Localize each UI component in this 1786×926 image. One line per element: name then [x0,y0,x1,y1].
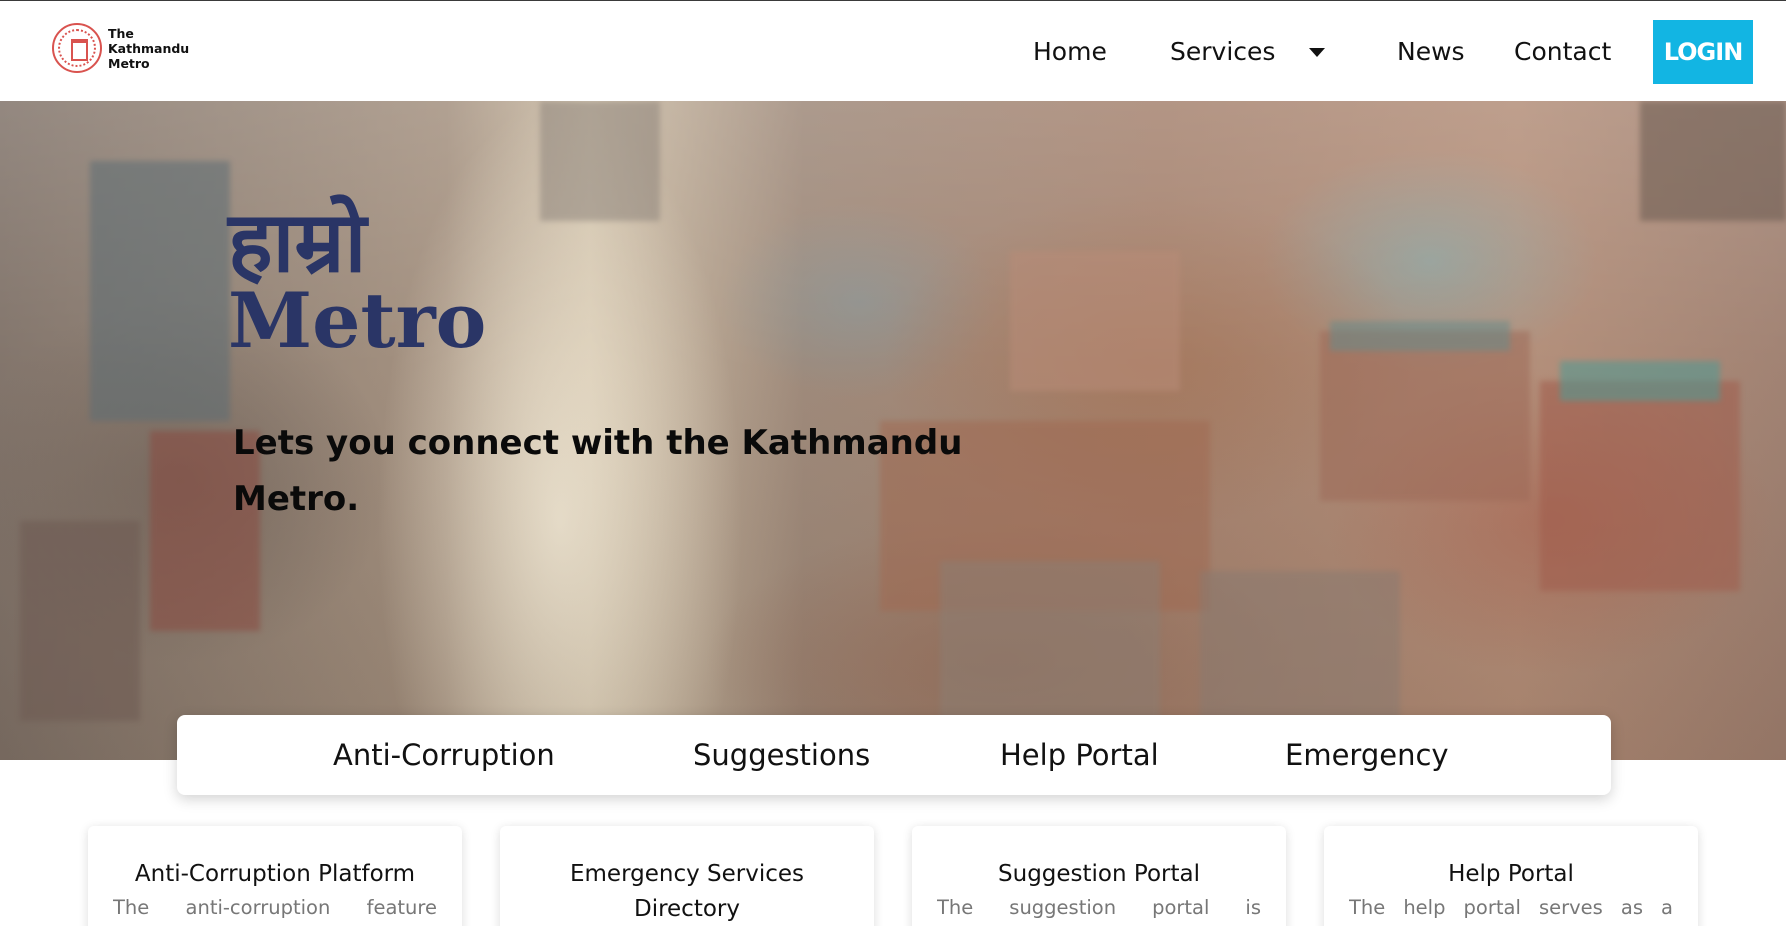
nav-news[interactable]: News [1397,1,1465,101]
service-card-help-portal[interactable]: Help Portal The help portal serves as a [1324,826,1698,926]
hero-bg-building [20,521,140,721]
nav-services-label: Services [1170,36,1276,66]
hero-banner: हाम्रो Metro Lets you connect with the K… [0,101,1786,760]
hero-bg-building [90,161,230,421]
card-description: The help portal serves as a [1349,896,1673,919]
hero-bg-building [1010,251,1180,391]
logo-line-2: Kathmandu [108,40,190,56]
card-title: Emergency Services Directory [569,861,805,922]
card-title: Help Portal [1448,861,1574,887]
logo-line-1: The [108,25,134,41]
metro-seal-icon [52,23,102,73]
nav-contact[interactable]: Contact [1514,1,1611,101]
logo-line-3: Metro [108,55,150,71]
service-card-emergency-directory[interactable]: Emergency Services Directory [500,826,874,926]
service-card-anti-corruption[interactable]: Anti-Corruption Platform The anti-corrup… [88,826,462,926]
hero-bg-building [1540,381,1740,591]
hero-bg-roof [1330,321,1510,351]
hero-bg-building [1320,331,1530,501]
hero-bg-roof [1560,361,1720,401]
nav-home[interactable]: Home [1033,1,1107,101]
nav-services[interactable]: Services [1170,1,1326,101]
service-card-suggestion-portal[interactable]: Suggestion Portal The suggestion portal … [912,826,1286,926]
login-button[interactable]: LOGIN [1653,20,1753,84]
caret-down-icon[interactable] [1309,47,1326,57]
hero-title-metro: Metro [228,276,487,365]
site-logo[interactable]: The Kathmandu Metro [52,23,189,73]
hero-bg-building [540,101,660,221]
quick-link-emergency[interactable]: Emergency [1285,715,1449,795]
card-description: The suggestion portal is [937,896,1261,919]
hero-bg-building [1640,101,1786,221]
hero-bg-building [940,561,1160,741]
hero-tagline: Lets you connect with the Kathmandu Metr… [233,423,963,519]
card-description: The anti-corruption feature [113,896,437,919]
quick-link-anti-corruption[interactable]: Anti-Corruption [333,715,555,795]
quick-link-suggestions[interactable]: Suggestions [693,715,870,795]
card-title: Suggestion Portal [998,861,1200,887]
navbar: The Kathmandu Metro Home Services News C… [0,1,1786,101]
quick-links-bar: Anti-Corruption Suggestions Help Portal … [177,715,1611,795]
quick-link-help-portal[interactable]: Help Portal [1000,715,1159,795]
logo-text: The Kathmandu Metro [108,26,189,71]
card-title: Anti-Corruption Platform [134,861,416,887]
